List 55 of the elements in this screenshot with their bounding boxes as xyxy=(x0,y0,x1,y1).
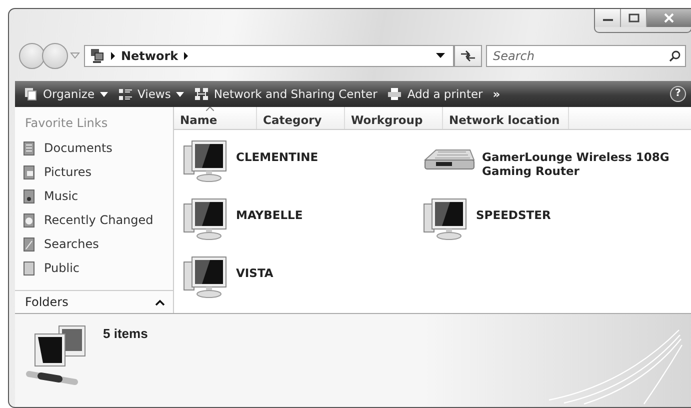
favorite-link[interactable]: Public xyxy=(15,256,173,280)
caret-icon xyxy=(176,92,184,96)
toolbar-button[interactable]: Add a printer xyxy=(384,87,486,101)
device-name: SPEEDSTER xyxy=(476,208,551,222)
device-name: VISTA xyxy=(236,266,274,280)
pane-heading: Favorite Links xyxy=(24,115,109,132)
favorite-link[interactable]: Pictures xyxy=(15,160,173,184)
chevron-icon xyxy=(110,52,116,60)
document-icon xyxy=(23,140,36,156)
column-header[interactable]: Workgroup xyxy=(345,107,443,129)
toolbar-button[interactable]: Network and Sharing Center xyxy=(190,87,380,101)
help-button[interactable]: ? xyxy=(670,86,686,102)
document-icon xyxy=(23,164,36,180)
network-device[interactable]: MAYBELLE xyxy=(182,196,422,244)
column-header[interactable]: Category xyxy=(257,107,345,129)
network-icon xyxy=(89,48,105,64)
clock-icon xyxy=(23,212,36,228)
pages-icon xyxy=(24,87,38,101)
maximize-button[interactable] xyxy=(621,9,647,27)
refresh-icon xyxy=(460,50,476,62)
network-device[interactable]: VISTA xyxy=(182,254,422,302)
search-field[interactable]: Search xyxy=(486,45,686,67)
views-icon xyxy=(118,88,133,100)
favorite-link[interactable]: Recently Changed xyxy=(15,208,173,232)
search-icon xyxy=(669,50,681,62)
printer-icon xyxy=(387,87,402,101)
folders-toggle[interactable]: Folders xyxy=(15,290,173,313)
address-bar[interactable]: Network xyxy=(84,45,454,67)
breadcrumb[interactable]: Network xyxy=(121,49,178,63)
device-name: GamerLounge Wireless 108G Gaming Router xyxy=(482,150,670,178)
maximize-icon xyxy=(628,13,640,23)
column-header[interactable]: Network location xyxy=(443,107,569,129)
network-icon xyxy=(194,87,209,101)
close-icon xyxy=(663,13,675,23)
dropdown-icon[interactable] xyxy=(436,53,445,59)
minimize-button[interactable] xyxy=(595,9,621,27)
chevron-icon xyxy=(183,52,190,60)
caret-icon xyxy=(100,92,108,96)
network-device[interactable]: GamerLounge Wireless 108G Gaming Router xyxy=(422,138,691,186)
more-button[interactable]: » xyxy=(490,87,504,101)
item-count: 5 items xyxy=(103,326,148,341)
folder-icon xyxy=(23,260,36,276)
device-name: CLEMENTINE xyxy=(236,150,318,164)
network-device[interactable]: CLEMENTINE xyxy=(182,138,422,186)
favorite-link[interactable]: Documents xyxy=(15,136,173,160)
column-header[interactable]: Name xyxy=(174,107,257,129)
close-button[interactable] xyxy=(647,9,691,27)
toolbar-button[interactable]: Organize xyxy=(21,87,111,101)
toolbar-button[interactable]: Views xyxy=(114,87,187,101)
device-name: MAYBELLE xyxy=(236,208,303,222)
favorite-link[interactable]: Searches xyxy=(15,232,173,256)
refresh-button[interactable] xyxy=(454,45,482,67)
music-icon xyxy=(23,188,36,204)
favorite-link[interactable]: Music xyxy=(15,184,173,208)
network-device[interactable]: SPEEDSTER xyxy=(422,196,691,244)
